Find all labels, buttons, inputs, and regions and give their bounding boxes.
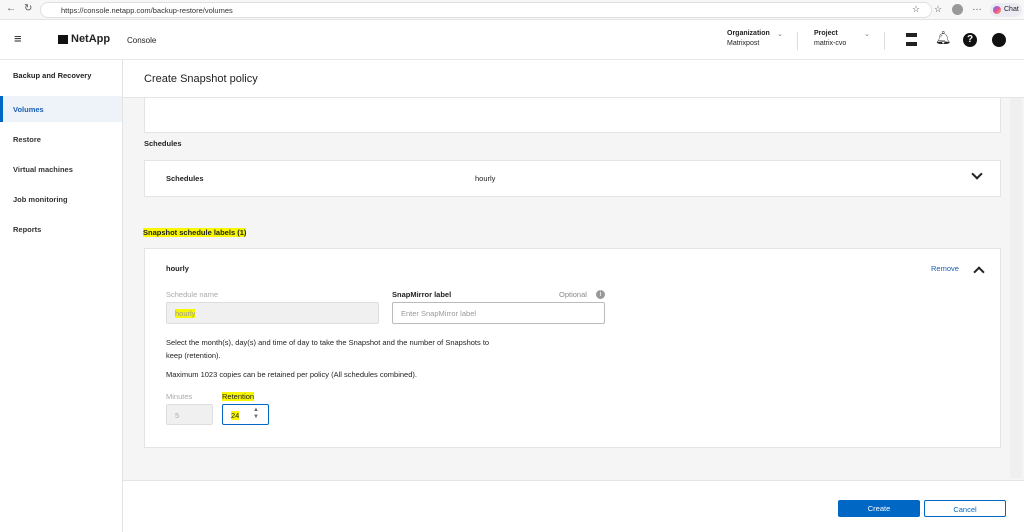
spinner-arrows-icon[interactable]: ▲ ▼ xyxy=(253,407,259,421)
snapmirror-label: SnapMirror label xyxy=(392,290,452,299)
previous-card xyxy=(144,98,1001,133)
star-icon[interactable]: ☆ xyxy=(912,4,920,15)
project-label: Project xyxy=(814,30,838,37)
minutes-label: Minutes xyxy=(166,392,193,401)
create-button[interactable]: Create xyxy=(838,500,920,517)
project-value: matrix-cvo xyxy=(814,40,847,47)
footer: Create Cancel xyxy=(123,480,1024,532)
sidebar-item-job-monitoring[interactable]: Job monitoring xyxy=(0,186,122,212)
menu-icon[interactable]: ≡ xyxy=(14,31,22,46)
project-selector[interactable]: Project matrix-cvo ⌄ xyxy=(814,30,870,47)
info-icon[interactable]: i xyxy=(596,290,605,299)
retention-label: Retention xyxy=(222,392,255,401)
scrollbar[interactable] xyxy=(1010,98,1022,478)
remove-link[interactable]: Remove xyxy=(931,264,959,273)
divider xyxy=(797,32,798,50)
profile-avatar[interactable] xyxy=(952,4,963,15)
chevron-down-icon[interactable] xyxy=(971,168,983,180)
address-bar[interactable]: https://console.netapp.com/backup-restor… xyxy=(40,2,932,18)
sidebar-item-volumes[interactable]: Volumes xyxy=(0,96,122,122)
schedules-heading: Schedules xyxy=(144,139,182,148)
help-icon[interactable]: ? xyxy=(963,33,977,47)
netapp-logo-icon xyxy=(58,35,68,44)
refresh-icon[interactable]: ↻ xyxy=(24,3,32,14)
schedules-label: Schedules xyxy=(166,174,204,183)
retention-value: 24 xyxy=(231,411,240,420)
favorites-icon[interactable]: ☆ xyxy=(934,4,942,15)
sidebar: Backup and Recovery Volumes Restore Virt… xyxy=(0,60,123,532)
label-card-title: hourly xyxy=(166,264,189,273)
chevron-up-icon[interactable] xyxy=(973,266,985,278)
more-icon[interactable]: … xyxy=(972,2,982,13)
schedule-label-card: hourly Remove Schedule name hourly SnapM… xyxy=(144,248,1001,448)
org-value: Matrixpost xyxy=(727,40,760,47)
account-icon[interactable] xyxy=(992,33,1006,47)
divider xyxy=(884,32,885,50)
page-title: Create Snapshot policy xyxy=(144,73,258,85)
chevron-down-icon: ⌄ xyxy=(777,31,783,38)
main-content: Create Snapshot policy Schedules Schedul… xyxy=(123,60,1024,532)
org-label: Organization xyxy=(727,30,770,37)
brand: NetApp xyxy=(71,33,111,45)
schedules-value: hourly xyxy=(475,174,496,183)
app-name: Console xyxy=(127,36,157,45)
retention-input[interactable]: 24 ▲ ▼ xyxy=(222,404,269,425)
schedule-name-input: hourly xyxy=(166,302,379,324)
snapmirror-placeholder: Enter SnapMirror label xyxy=(401,309,477,318)
back-icon[interactable]: ← xyxy=(6,3,16,14)
url-text: https://console.netapp.com/backup-restor… xyxy=(61,6,233,15)
chat-button[interactable]: Chat xyxy=(990,3,1022,17)
help-text-max: Maximum 1023 copies can be retained per … xyxy=(166,370,417,379)
title-bar: Create Snapshot policy xyxy=(123,60,1024,98)
sidebar-item-restore[interactable]: Restore xyxy=(0,126,122,152)
workloads-icon[interactable] xyxy=(906,33,917,46)
app-header: ≡ NetApp Console Organization Matrixpost… xyxy=(0,20,1024,60)
optional-label: Optional xyxy=(559,290,587,299)
snapshot-labels-heading: Snapshot schedule labels (1) xyxy=(143,228,247,237)
sidebar-item-reports[interactable]: Reports xyxy=(0,216,122,242)
minutes-input: 5 xyxy=(166,404,213,425)
snapmirror-label-input[interactable]: Enter SnapMirror label xyxy=(392,302,605,324)
browser-toolbar: ← ↻ https://console.netapp.com/backup-re… xyxy=(0,0,1024,20)
copilot-icon xyxy=(993,6,1001,14)
chat-label: Chat xyxy=(1004,6,1019,13)
schedule-name-value: hourly xyxy=(175,309,196,318)
bell-icon[interactable]: 🔔︎ xyxy=(935,30,952,46)
sidebar-title: Backup and Recovery xyxy=(13,71,92,80)
sidebar-item-virtual-machines[interactable]: Virtual machines xyxy=(0,156,122,182)
cancel-button[interactable]: Cancel xyxy=(924,500,1006,517)
schedule-name-label: Schedule name xyxy=(166,290,219,299)
minutes-value: 5 xyxy=(175,411,180,420)
schedules-row[interactable]: Schedules hourly xyxy=(144,160,1001,197)
organization-selector[interactable]: Organization Matrixpost ⌄ xyxy=(727,30,783,47)
help-text-retention: Select the month(s), day(s) and time of … xyxy=(166,338,490,360)
chevron-down-icon: ⌄ xyxy=(864,31,870,38)
